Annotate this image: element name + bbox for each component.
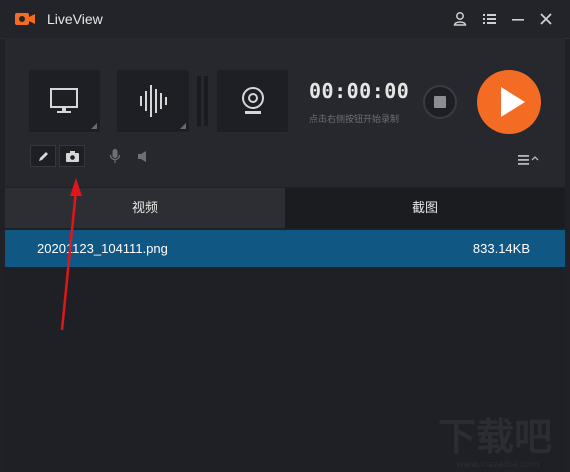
speaker-icon[interactable] [137,150,150,163]
minimize-icon[interactable] [510,11,526,27]
svg-text:www.xiazaiba.com: www.xiazaiba.com [456,460,540,470]
recording-hint: 点击右侧按钮开始录制 [309,114,400,124]
tab-bar: 视频 截图 [5,188,565,228]
recording-timer: 00:00:00 [309,79,410,103]
camera-icon [66,151,79,162]
recording-toolbar: 00:00:00 点击右侧按钮开始录制 [5,38,565,187]
monitor-icon [50,88,78,113]
camera-logo-icon [15,13,35,25]
app-title: LiveView [47,11,103,27]
title-bar: LiveView [0,0,570,39]
tab-video[interactable]: 视频 [5,188,285,228]
stop-icon [434,96,446,108]
screen-source-button[interactable] [29,70,100,132]
start-record-button[interactable] [477,70,541,134]
settings-menu-icon[interactable] [517,154,541,166]
app-window: LiveView 00:00:00 点击右侧按钮开始录制 视频 截图 20201… [0,0,570,472]
pencil-icon [39,152,48,161]
divider [197,76,201,126]
play-icon [501,87,525,117]
webcam-source-button[interactable] [217,70,288,132]
watermark-logo-icon: 下载吧 www.xiazaiba.com [438,415,552,470]
webcam-icon [242,87,264,114]
audio-wave-icon [140,85,167,117]
svg-text:下载吧: 下载吧 [438,415,552,459]
stop-button[interactable] [423,85,457,119]
audio-source-button[interactable] [117,70,189,132]
expand-corner-icon [91,123,97,129]
list-item[interactable]: 20201123_104111.png 833.14KB [5,230,565,267]
close-icon[interactable] [538,11,554,27]
file-size: 833.14KB [472,241,530,256]
microphone-icon[interactable] [109,148,121,164]
divider [204,76,208,126]
screenshot-button[interactable] [59,145,85,167]
menu-list-icon[interactable] [481,11,497,27]
expand-corner-icon [180,123,186,129]
file-name: 20201123_104111.png [37,241,168,256]
tab-screenshot[interactable]: 截图 [285,188,565,228]
pen-tool-button[interactable] [30,145,56,167]
user-icon[interactable] [452,11,468,27]
